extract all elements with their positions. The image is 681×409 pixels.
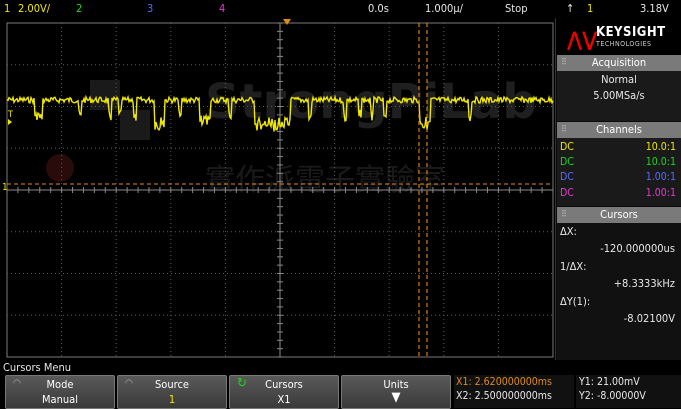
delta-x-label: ΔX: — [560, 225, 577, 238]
keysight-logo: ⋀⋁ KEYSIGHT TECHNOLOGIES — [556, 18, 681, 56]
units-softkey[interactable]: Units ▼ — [341, 375, 451, 409]
x1-readout: X1: 2.620000000ms — [456, 376, 552, 388]
down-arrow-icon: ▼ — [391, 390, 401, 405]
channel1-number[interactable]: 1 — [4, 0, 10, 18]
channel-probe-ratio: 10.0:1 — [645, 156, 676, 168]
trigger-position-icon — [283, 19, 291, 25]
watermark-subtext: 實作派電子實驗室 — [205, 163, 445, 198]
softkey-label: Mode — [46, 378, 74, 391]
acquisition-panel[interactable]: Normal 5.00MSa/s — [557, 71, 681, 121]
grip-icon: ⠿ — [561, 210, 567, 220]
acquisition-rate: 5.00MSa/s — [593, 89, 645, 102]
menu-title: Cursors Menu — [3, 361, 72, 374]
channel-row-4: DC 1.00:1 — [560, 187, 676, 199]
x2-readout: X2: 2.500000000ms — [456, 390, 552, 402]
trigger-level: 3.18V — [640, 2, 669, 15]
time-delay: 0.0s — [368, 2, 389, 15]
inv-delta-x-value: +8.3333kHz — [613, 277, 675, 290]
channel-coupling: DC — [560, 187, 574, 199]
channel-coupling: DC — [560, 171, 574, 183]
x-cursor-readout: X1: 2.620000000ms X2: 2.500000000ms — [454, 375, 574, 408]
waveform-display[interactable]: StrongPiLab 實作派電子實驗室 T 1 — [0, 18, 555, 360]
watermark-block — [90, 80, 120, 110]
grip-icon: ⠿ — [561, 58, 567, 68]
acquisition-mode: Normal — [601, 73, 637, 86]
acquisition-header-label: Acquisition — [591, 56, 647, 69]
grip-icon: ⠿ — [561, 125, 567, 135]
channel4-number[interactable]: 4 — [219, 0, 225, 18]
channel1-ground-marker: 1 — [2, 182, 8, 193]
cursors-softkey[interactable]: ↻ Cursors X1 — [229, 375, 339, 409]
channel-row-1: DC 10.0:1 — [560, 141, 676, 153]
trigger-level-marker: T — [7, 110, 13, 120]
channel1-scale[interactable]: 2.00V/ — [18, 0, 50, 18]
y-cursor-readout: Y1: 21.00mV Y2: -8.00000V — [576, 375, 681, 408]
y2-readout: Y2: -8.00000V — [579, 390, 646, 402]
channel-row-2: DC 10.0:1 — [560, 156, 676, 168]
cursors-header[interactable]: ⠿ Cursors — [557, 207, 681, 223]
channels-header-label: Channels — [596, 123, 642, 136]
brand-sub: TECHNOLOGIES — [596, 40, 652, 48]
channel-probe-ratio: 1.00:1 — [645, 187, 676, 199]
channel-probe-ratio: 10.0:1 — [645, 141, 676, 153]
keysight-wave-icon: ⋀⋁ — [567, 27, 598, 51]
delta-x-value: -120.000000us — [600, 242, 675, 255]
cursors-panel[interactable]: ΔX: -120.000000us 1/ΔX: +8.3333kHz ΔY(1)… — [557, 223, 681, 360]
channels-panel[interactable]: DC 10.0:1 DC 10.0:1 DC 1.00:1 DC 1.00:1 — [557, 138, 681, 206]
trigger-slope-icon: ↑ — [566, 2, 575, 15]
channel-coupling: DC — [560, 156, 574, 168]
cursors-header-label: Cursors — [600, 208, 638, 221]
acquisition-header[interactable]: ⠿ Acquisition — [557, 55, 681, 71]
softkey-menu: Cursors Menu ◠ Mode Manual ◠ Source 1 ↻ … — [0, 360, 681, 409]
watermark: StrongPiLab 實作派電子實驗室 — [46, 74, 537, 198]
mode-softkey[interactable]: ◠ Mode Manual — [5, 375, 115, 409]
delta-y-label: ΔY(1): — [560, 295, 591, 308]
channel2-number[interactable]: 2 — [76, 0, 82, 18]
time-scale[interactable]: 1.000µ/ — [425, 0, 463, 18]
softkey-label: Source — [155, 378, 189, 391]
channel-probe-ratio: 1.00:1 — [645, 171, 676, 183]
source-softkey[interactable]: ◠ Source 1 — [117, 375, 227, 409]
softkey-value: Manual — [42, 393, 78, 406]
channel-coupling: DC — [560, 141, 574, 153]
y1-readout: Y1: 21.00mV — [579, 376, 640, 388]
status-bar: 1 2.00V/ 2 3 4 0.0s 1.000µ/ Stop ↑ 1 3.1… — [0, 0, 681, 18]
watermark-dot — [46, 154, 74, 182]
channel-row-3: DC 1.00:1 — [560, 171, 676, 183]
channels-header[interactable]: ⠿ Channels — [557, 122, 681, 138]
brand-name: KEYSIGHT — [596, 25, 666, 40]
run-state: Stop — [505, 2, 528, 15]
delta-y-value: -8.02100V — [623, 312, 675, 325]
sidebar: ⋀⋁ KEYSIGHT TECHNOLOGIES ⠿ Acquisition N… — [555, 18, 681, 360]
softkey-value: 1 — [168, 393, 176, 406]
trigger-source: 1 — [587, 2, 594, 15]
softkey-label: Cursors — [265, 378, 303, 391]
channel3-number[interactable]: 3 — [147, 0, 153, 18]
softkey-value: X1 — [277, 393, 291, 406]
inv-delta-x-label: 1/ΔX: — [560, 260, 587, 273]
